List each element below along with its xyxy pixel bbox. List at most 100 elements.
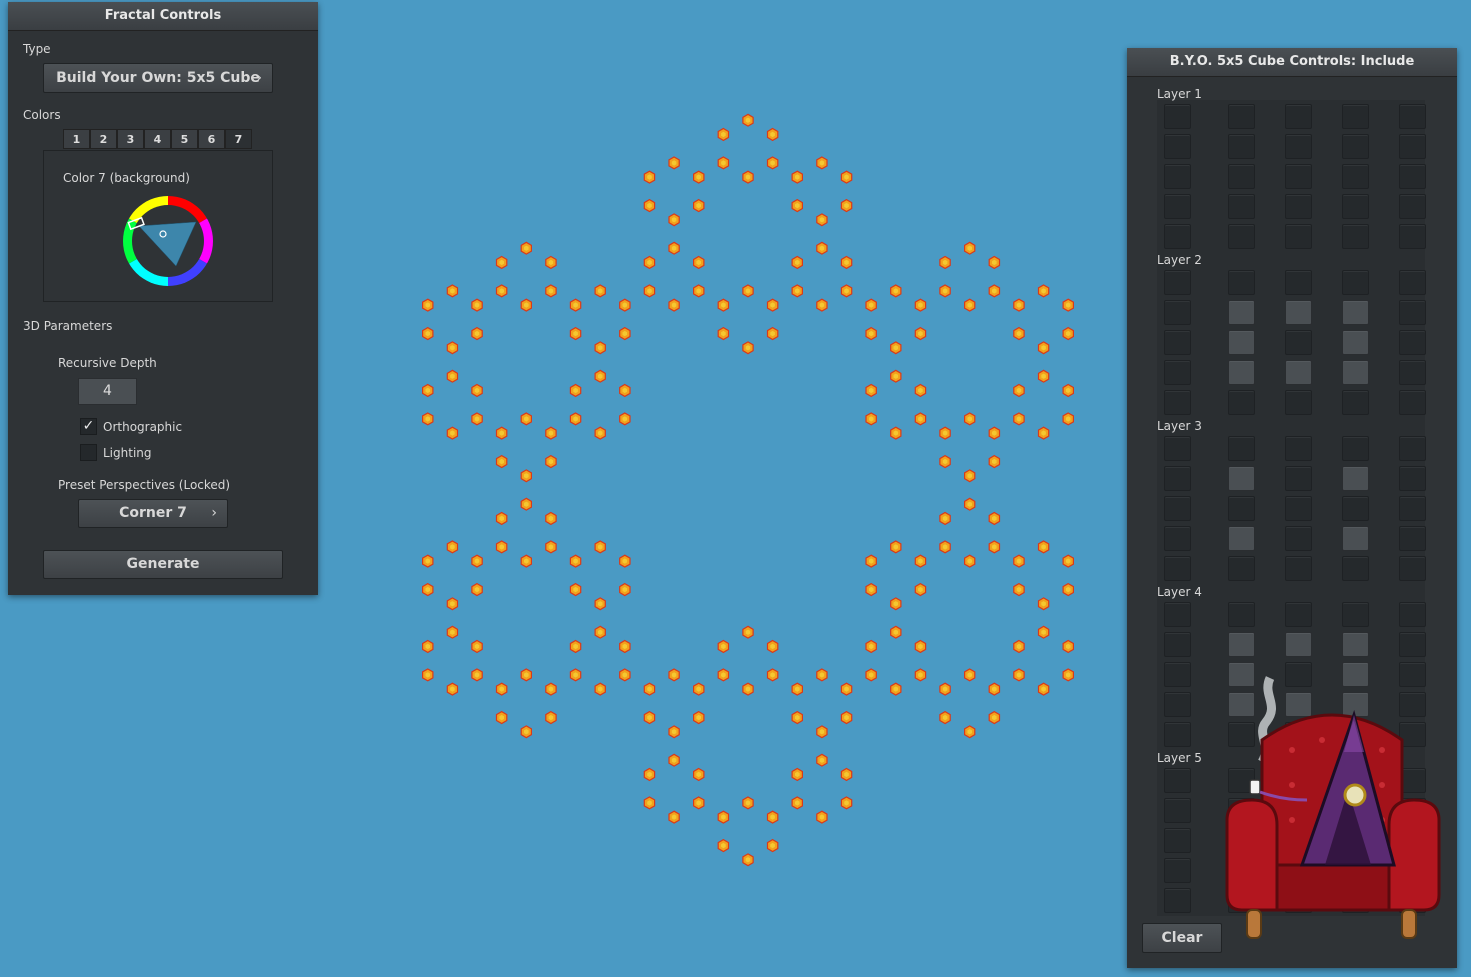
cube-cell-toggle[interactable] [1342,602,1369,627]
cube-cell-toggle[interactable] [1228,556,1255,581]
cube-cell-toggle[interactable] [1228,602,1255,627]
cube-cell-toggle[interactable] [1342,134,1369,159]
generate-button[interactable]: Generate [43,550,283,579]
cube-cell-toggle[interactable] [1342,436,1369,461]
cube-cell-toggle[interactable] [1228,526,1255,551]
color-tab-2[interactable]: 2 [90,129,117,149]
cube-cell-toggle[interactable] [1228,466,1255,491]
cube-cell-toggle[interactable] [1228,390,1255,415]
cube-cell-toggle[interactable] [1285,466,1312,491]
color-tab-6[interactable]: 6 [198,129,225,149]
cube-cell-toggle[interactable] [1342,194,1369,219]
cube-cell-toggle[interactable] [1228,300,1255,325]
cube-cell-toggle[interactable] [1164,270,1191,295]
cube-cell-toggle[interactable] [1164,632,1191,657]
cube-cell-toggle[interactable] [1164,496,1191,521]
cube-cell-toggle[interactable] [1164,466,1191,491]
cube-cell-toggle[interactable] [1164,556,1191,581]
cube-cell-toggle[interactable] [1399,436,1426,461]
cube-cell-toggle[interactable] [1164,828,1191,853]
cube-cell-toggle[interactable] [1399,360,1426,385]
cube-cell-toggle[interactable] [1228,134,1255,159]
cube-cell-toggle[interactable] [1342,104,1369,129]
cube-cell-toggle[interactable] [1399,632,1426,657]
cube-cell-toggle[interactable] [1164,798,1191,823]
depth-input[interactable]: 4 [78,378,137,405]
cube-cell-toggle[interactable] [1164,360,1191,385]
cube-cell-toggle[interactable] [1228,164,1255,189]
cube-cell-toggle[interactable] [1164,436,1191,461]
cube-cell-toggle[interactable] [1399,164,1426,189]
cube-cell-toggle[interactable] [1285,134,1312,159]
cube-cell-toggle[interactable] [1164,164,1191,189]
cube-cell-toggle[interactable] [1342,390,1369,415]
cube-cell-toggle[interactable] [1285,526,1312,551]
cube-cell-toggle[interactable] [1228,224,1255,249]
cube-cell-toggle[interactable] [1285,330,1312,355]
cube-cell-toggle[interactable] [1164,602,1191,627]
cube-cell-toggle[interactable] [1342,556,1369,581]
color-tab-1[interactable]: 1 [63,129,90,149]
cube-cell-toggle[interactable] [1399,104,1426,129]
cube-cell-toggle[interactable] [1399,556,1426,581]
cube-cell-toggle[interactable] [1228,270,1255,295]
cube-cell-toggle[interactable] [1164,888,1191,913]
cube-cell-toggle[interactable] [1164,390,1191,415]
color-tab-4[interactable]: 4 [144,129,171,149]
color-wheel[interactable] [121,194,215,288]
cube-cell-toggle[interactable] [1399,526,1426,551]
cube-cell-toggle[interactable] [1164,330,1191,355]
cube-cell-toggle[interactable] [1342,360,1369,385]
cube-cell-toggle[interactable] [1228,632,1255,657]
cube-cell-toggle[interactable] [1342,270,1369,295]
cube-cell-toggle[interactable] [1399,134,1426,159]
cube-cell-toggle[interactable] [1342,496,1369,521]
color-tab-5[interactable]: 5 [171,129,198,149]
cube-cell-toggle[interactable] [1342,330,1369,355]
cube-cell-toggle[interactable] [1399,496,1426,521]
cube-cell-toggle[interactable] [1164,858,1191,883]
cube-cell-toggle[interactable] [1399,390,1426,415]
cube-cell-toggle[interactable] [1164,692,1191,717]
cube-cell-toggle[interactable] [1228,496,1255,521]
cube-cell-toggle[interactable] [1285,496,1312,521]
cube-cell-toggle[interactable] [1285,360,1312,385]
cube-cell-toggle[interactable] [1342,526,1369,551]
cube-cell-toggle[interactable] [1164,526,1191,551]
cube-cell-toggle[interactable] [1342,466,1369,491]
lighting-checkbox[interactable] [80,444,97,461]
cube-cell-toggle[interactable] [1164,768,1191,793]
cube-cell-toggle[interactable] [1285,632,1312,657]
cube-cell-toggle[interactable] [1285,270,1312,295]
cube-cell-toggle[interactable] [1342,224,1369,249]
cube-cell-toggle[interactable] [1285,436,1312,461]
cube-cell-toggle[interactable] [1164,194,1191,219]
preset-dropdown[interactable]: Corner 7 › [78,499,228,528]
cube-cell-toggle[interactable] [1342,300,1369,325]
cube-cell-toggle[interactable] [1164,224,1191,249]
cube-cell-toggle[interactable] [1228,104,1255,129]
cube-cell-toggle[interactable] [1228,330,1255,355]
cube-cell-toggle[interactable] [1399,602,1426,627]
cube-cell-toggle[interactable] [1285,194,1312,219]
cube-cell-toggle[interactable] [1228,360,1255,385]
cube-cell-toggle[interactable] [1399,270,1426,295]
cube-cell-toggle[interactable] [1399,330,1426,355]
cube-cell-toggle[interactable] [1164,300,1191,325]
type-dropdown[interactable]: Build Your Own: 5x5 Cube › [43,63,273,93]
cube-cell-toggle[interactable] [1399,466,1426,491]
cube-cell-toggle[interactable] [1285,602,1312,627]
cube-cell-toggle[interactable] [1285,390,1312,415]
cube-cell-toggle[interactable] [1164,722,1191,747]
orthographic-checkbox[interactable]: ✓ [80,418,97,435]
cube-cell-toggle[interactable] [1342,164,1369,189]
cube-cell-toggle[interactable] [1228,194,1255,219]
cube-cell-toggle[interactable] [1228,436,1255,461]
cube-cell-toggle[interactable] [1164,134,1191,159]
color-tab-3[interactable]: 3 [117,129,144,149]
cube-cell-toggle[interactable] [1285,104,1312,129]
cube-cell-toggle[interactable] [1399,224,1426,249]
cube-cell-toggle[interactable] [1285,164,1312,189]
cube-cell-toggle[interactable] [1285,224,1312,249]
clear-button[interactable]: Clear [1142,923,1222,953]
